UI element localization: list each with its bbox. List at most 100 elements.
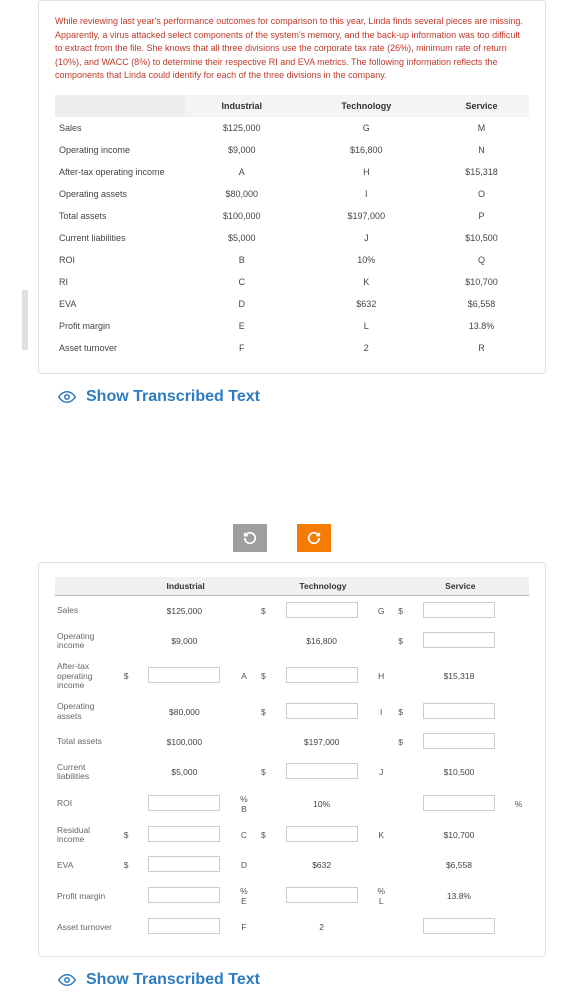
cell-ind: D — [185, 293, 299, 315]
cell-ind: $9,000 — [185, 139, 299, 161]
show-transcribed-link-1[interactable]: Show Transcribed Text — [58, 388, 564, 406]
cell-serv: R — [434, 337, 529, 359]
currency-symbol: $ — [121, 830, 131, 840]
th2-service: Service — [392, 577, 529, 596]
row-label: ROI — [55, 788, 117, 820]
answer-input[interactable] — [286, 826, 358, 842]
cell-serv: $15,318 — [434, 161, 529, 183]
cell-tech: 10% — [299, 249, 434, 271]
cell-tech: L — [299, 315, 434, 337]
cell-serv: O — [434, 183, 529, 205]
answer-input[interactable] — [148, 795, 220, 811]
variable-letter: J — [375, 767, 387, 777]
currency-symbol: $ — [258, 606, 268, 616]
currency-symbol: $ — [121, 671, 131, 681]
static-value: $10,700 — [444, 830, 475, 840]
cell-ind: $125,000 — [185, 117, 299, 139]
static-value: 10% — [313, 799, 330, 809]
variable-letter: % L — [375, 886, 387, 906]
row-label: Current liabilities — [55, 757, 117, 788]
answer-input[interactable] — [148, 856, 220, 872]
static-value: 13.8% — [447, 891, 471, 901]
row-label: EVA — [55, 850, 117, 880]
static-value: 2 — [319, 922, 324, 932]
cell-ind: $5,000 — [185, 227, 299, 249]
static-value: $5,000 — [171, 767, 197, 777]
th-service: Service — [434, 95, 529, 117]
row-label: ROI — [55, 249, 185, 271]
intro-text: While reviewing last year's performance … — [55, 15, 529, 83]
cell-serv: M — [434, 117, 529, 139]
problem-card: While reviewing last year's performance … — [38, 0, 546, 374]
variable-letter: % E — [238, 886, 250, 906]
variable-letter: C — [238, 830, 250, 840]
row-label: Operating assets — [55, 183, 185, 205]
row-label: Sales — [55, 595, 117, 626]
show-transcribed-link-2[interactable]: Show Transcribed Text — [58, 971, 564, 989]
row-label: Total assets — [55, 727, 117, 757]
answer-input[interactable] — [148, 826, 220, 842]
currency-symbol: $ — [396, 636, 406, 646]
answer-input[interactable] — [286, 887, 358, 903]
row-label: Sales — [55, 117, 185, 139]
answer-input[interactable] — [423, 602, 495, 618]
row-label: After-tax operating income — [55, 656, 117, 696]
cell-ind: C — [185, 271, 299, 293]
answer-input[interactable] — [148, 887, 220, 903]
answer-input[interactable] — [423, 703, 495, 719]
cell-tech: $16,800 — [299, 139, 434, 161]
currency-symbol: $ — [258, 830, 268, 840]
cell-tech: G — [299, 117, 434, 139]
cell-serv: Q — [434, 249, 529, 271]
answer-input[interactable] — [148, 667, 220, 683]
variable-letter: G — [375, 606, 387, 616]
prev-button[interactable] — [233, 524, 267, 552]
data-table: Industrial Technology Service Sales $125… — [55, 95, 529, 359]
static-value: $100,000 — [167, 737, 202, 747]
row-label: Total assets — [55, 205, 185, 227]
cell-ind: A — [185, 161, 299, 183]
nav-buttons — [0, 524, 564, 552]
static-value: $10,500 — [444, 767, 475, 777]
variable-letter: % — [513, 799, 525, 809]
next-button[interactable] — [297, 524, 331, 552]
row-label: Profit margin — [55, 880, 117, 912]
currency-symbol: $ — [258, 671, 268, 681]
answer-input[interactable] — [286, 667, 358, 683]
row-label: Current liabilities — [55, 227, 185, 249]
static-value: $9,000 — [171, 636, 197, 646]
answer-input[interactable] — [423, 632, 495, 648]
th2-industrial: Industrial — [117, 577, 254, 596]
static-value: $632 — [312, 860, 331, 870]
cell-ind: E — [185, 315, 299, 337]
cell-ind: B — [185, 249, 299, 271]
row-label: Residual income — [55, 820, 117, 851]
row-label: Operating assets — [55, 696, 117, 727]
answer-input[interactable] — [286, 602, 358, 618]
answer-input[interactable] — [423, 918, 495, 934]
row-label: After-tax operating income — [55, 161, 185, 183]
currency-symbol: $ — [258, 767, 268, 777]
variable-letter: F — [238, 922, 250, 932]
answer-input[interactable] — [286, 703, 358, 719]
scroll-hint-bar — [22, 290, 28, 350]
answer-input[interactable] — [148, 918, 220, 934]
row-label: EVA — [55, 293, 185, 315]
row-label: RI — [55, 271, 185, 293]
answer-input[interactable] — [423, 795, 495, 811]
variable-letter: I — [375, 707, 387, 717]
variable-letter: A — [238, 671, 250, 681]
answer-input[interactable] — [423, 733, 495, 749]
cell-tech: J — [299, 227, 434, 249]
answer-input[interactable] — [286, 763, 358, 779]
static-value: $15,318 — [444, 671, 475, 681]
eye-icon — [58, 388, 76, 406]
th-industrial: Industrial — [185, 95, 299, 117]
static-value: $6,558 — [446, 860, 472, 870]
static-value: $80,000 — [169, 707, 200, 717]
variable-letter: % B — [238, 794, 250, 814]
cell-tech: K — [299, 271, 434, 293]
eye-icon — [58, 971, 76, 989]
cell-tech: $197,000 — [299, 205, 434, 227]
show-transcribed-label: Show Transcribed Text — [86, 971, 260, 989]
